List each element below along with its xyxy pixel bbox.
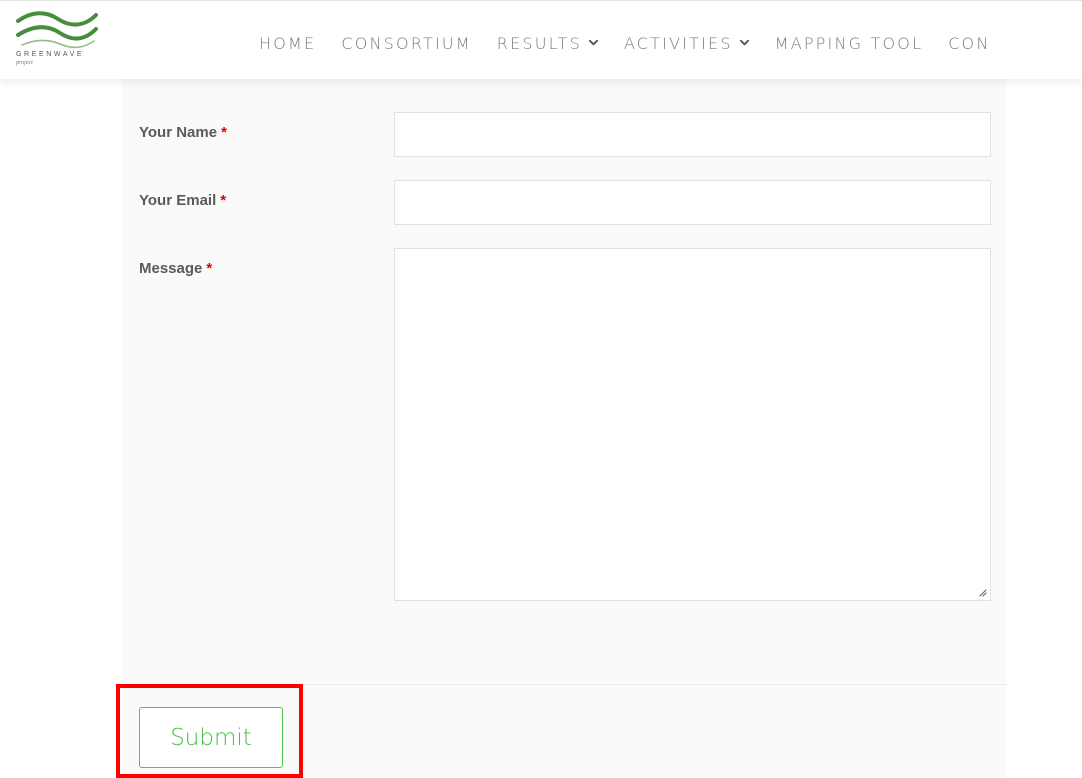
email-input[interactable]	[394, 180, 991, 225]
email-field-label: Your Email *	[139, 192, 227, 209]
nav-item-label: ACTIVITIES	[623, 33, 733, 53]
nav-item-contact[interactable]: CON	[948, 34, 990, 53]
name-input[interactable]	[394, 112, 991, 157]
nav-item-activities[interactable]: ACTIVITIES	[624, 34, 750, 53]
nav-item-label: HOME	[259, 33, 317, 53]
nav-item-label: RESULTS	[496, 33, 582, 53]
nav-item-results[interactable]: RESULTS	[497, 34, 599, 53]
site-header: GREENWAVE project HOME CONSORTIUM RESULT…	[0, 0, 1082, 79]
name-field-label: Your Name *	[139, 124, 227, 141]
chevron-down-icon	[739, 39, 749, 45]
wave-logo-icon	[16, 11, 98, 49]
required-marker: *	[221, 124, 227, 141]
required-marker: *	[220, 192, 227, 209]
nav-item-home[interactable]: HOME	[259, 34, 316, 53]
message-textarea[interactable]	[394, 248, 991, 601]
resize-handle-icon[interactable]	[978, 588, 987, 597]
message-field-label: Message *	[139, 260, 213, 277]
logo-wordmark: GREENWAVE	[16, 51, 85, 58]
nav-item-consortium[interactable]: CONSORTIUM	[341, 34, 471, 53]
nav-item-label: CONSORTIUM	[341, 33, 472, 53]
greenwave-logo[interactable]: GREENWAVE project	[12, 9, 102, 67]
submit-button[interactable]: Submit	[139, 707, 283, 768]
logo-tagline: project	[16, 60, 33, 66]
nav-item-label: MAPPING TOOL	[774, 33, 924, 53]
nav-item-mapping-tool[interactable]: MAPPING TOOL	[775, 34, 924, 53]
main-nav: HOME CONSORTIUM RESULTS ACTIVITIES MAPPI…	[259, 31, 1016, 55]
chevron-down-icon	[588, 39, 599, 45]
nav-item-label: CON	[948, 33, 991, 53]
required-marker: *	[206, 260, 213, 277]
